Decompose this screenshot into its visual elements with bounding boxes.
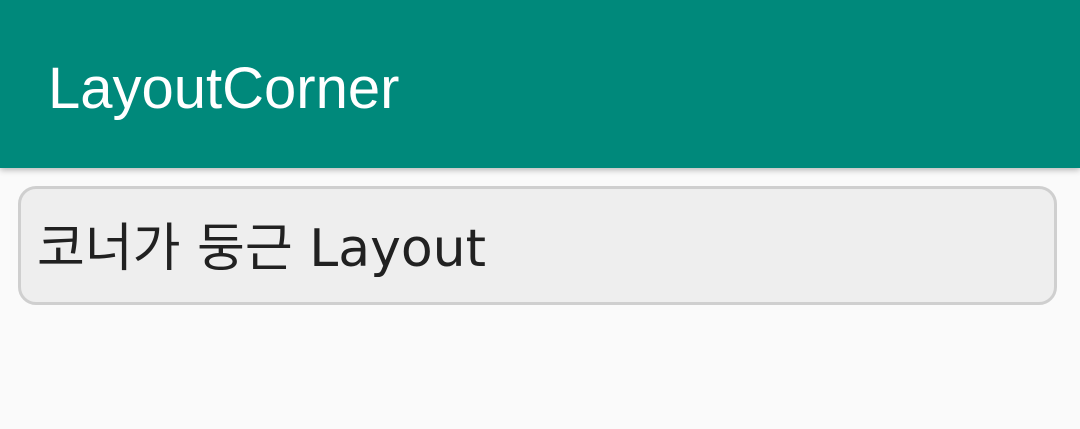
rounded-corner-layout: 코너가 둥근 Layout bbox=[18, 186, 1057, 305]
rounded-layout-text: 코너가 둥근 Layout bbox=[37, 219, 487, 279]
main-content: 코너가 둥근 Layout bbox=[0, 168, 1080, 429]
app-bar: LayoutCorner bbox=[0, 0, 1080, 168]
app-title: LayoutCorner bbox=[48, 56, 400, 121]
